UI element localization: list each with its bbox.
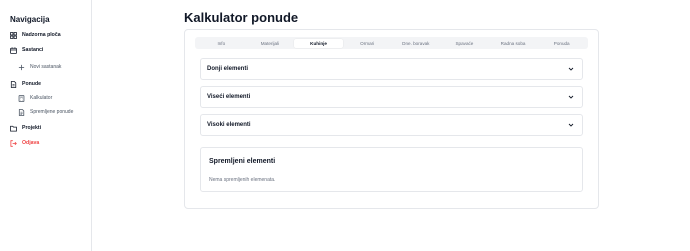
accordion-donji-elementi[interactable]: Donji elementi <box>200 58 583 80</box>
accordion-viseci-elementi[interactable]: Viseći elementi <box>200 86 583 108</box>
accordion-visoki-elementi[interactable]: Visoki elementi <box>200 114 583 136</box>
calendar-icon <box>10 46 17 54</box>
accordion-label: Donji elementi <box>207 66 249 72</box>
saved-elements-empty-text: Nema spremljenih elemenata. <box>209 177 276 183</box>
plus-icon <box>18 64 25 71</box>
calculator-card: Info Materijali Kuhinje Ormari Dne. bora… <box>184 29 599 209</box>
accordion-label: Visoki elementi <box>207 122 251 128</box>
sidebar-item-spremljene-ponude[interactable]: Spremljene ponude <box>18 106 73 118</box>
folder-icon <box>10 125 17 132</box>
sidebar-item-label: Novi sastanak <box>30 64 62 70</box>
tab-ormari[interactable]: Ormari <box>343 39 392 48</box>
sidebar-item-label: Kalkulator <box>30 95 53 101</box>
document-icon <box>18 108 25 116</box>
sidebar-item-label: Nadzorna ploča <box>22 32 61 38</box>
file-icon <box>10 80 17 88</box>
sidebar-item-label: Sastanci <box>22 47 44 53</box>
saved-elements-panel: Spremljeni elementi Nema spremljenih ele… <box>200 147 583 192</box>
tab-dnevni-boravak[interactable]: Dne. boravak <box>392 39 441 48</box>
tab-spavace[interactable]: Spavaće <box>440 39 489 48</box>
accordion-label: Viseći elementi <box>207 94 251 100</box>
tab-kuhinje[interactable]: Kuhinje <box>294 38 343 48</box>
tab-materijali[interactable]: Materijali <box>246 39 295 48</box>
tab-ponuda[interactable]: Ponuda <box>537 39 586 48</box>
sidebar-item-odjava[interactable]: Odjava <box>10 137 39 149</box>
calculator-icon <box>18 94 25 102</box>
sidebar: Navigacija Nadzorna ploča Sastanci Novi … <box>0 0 92 251</box>
chevron-down-icon <box>568 66 574 72</box>
sidebar-item-ponude[interactable]: Ponude <box>10 78 41 90</box>
tab-radna-soba[interactable]: Radna soba <box>489 39 538 48</box>
sidebar-item-label: Ponude <box>22 81 42 87</box>
sidebar-item-label: Odjava <box>22 140 40 146</box>
sidebar-title: Navigacija <box>10 15 50 24</box>
tab-bar: Info Materijali Kuhinje Ormari Dne. bora… <box>195 37 588 49</box>
sidebar-item-kalkulator[interactable]: Kalkulator <box>18 92 52 104</box>
chevron-down-icon <box>568 94 574 100</box>
sidebar-item-nadzorna-ploca[interactable]: Nadzorna ploča <box>10 29 61 41</box>
sidebar-item-label: Spremljene ponude <box>30 109 74 115</box>
sidebar-item-novi-sastanak[interactable]: Novi sastanak <box>18 61 61 73</box>
sidebar-item-label: Projekti <box>22 125 42 131</box>
dashboard-icon <box>10 31 17 39</box>
chevron-down-icon <box>568 122 574 128</box>
page-title: Kalkulator ponude <box>184 10 299 25</box>
tab-info[interactable]: Info <box>197 39 246 48</box>
saved-elements-title: Spremljeni elementi <box>209 158 276 165</box>
sidebar-item-sastanci[interactable]: Sastanci <box>10 44 43 56</box>
sidebar-item-projekti[interactable]: Projekti <box>10 122 41 134</box>
logout-icon <box>10 139 17 147</box>
